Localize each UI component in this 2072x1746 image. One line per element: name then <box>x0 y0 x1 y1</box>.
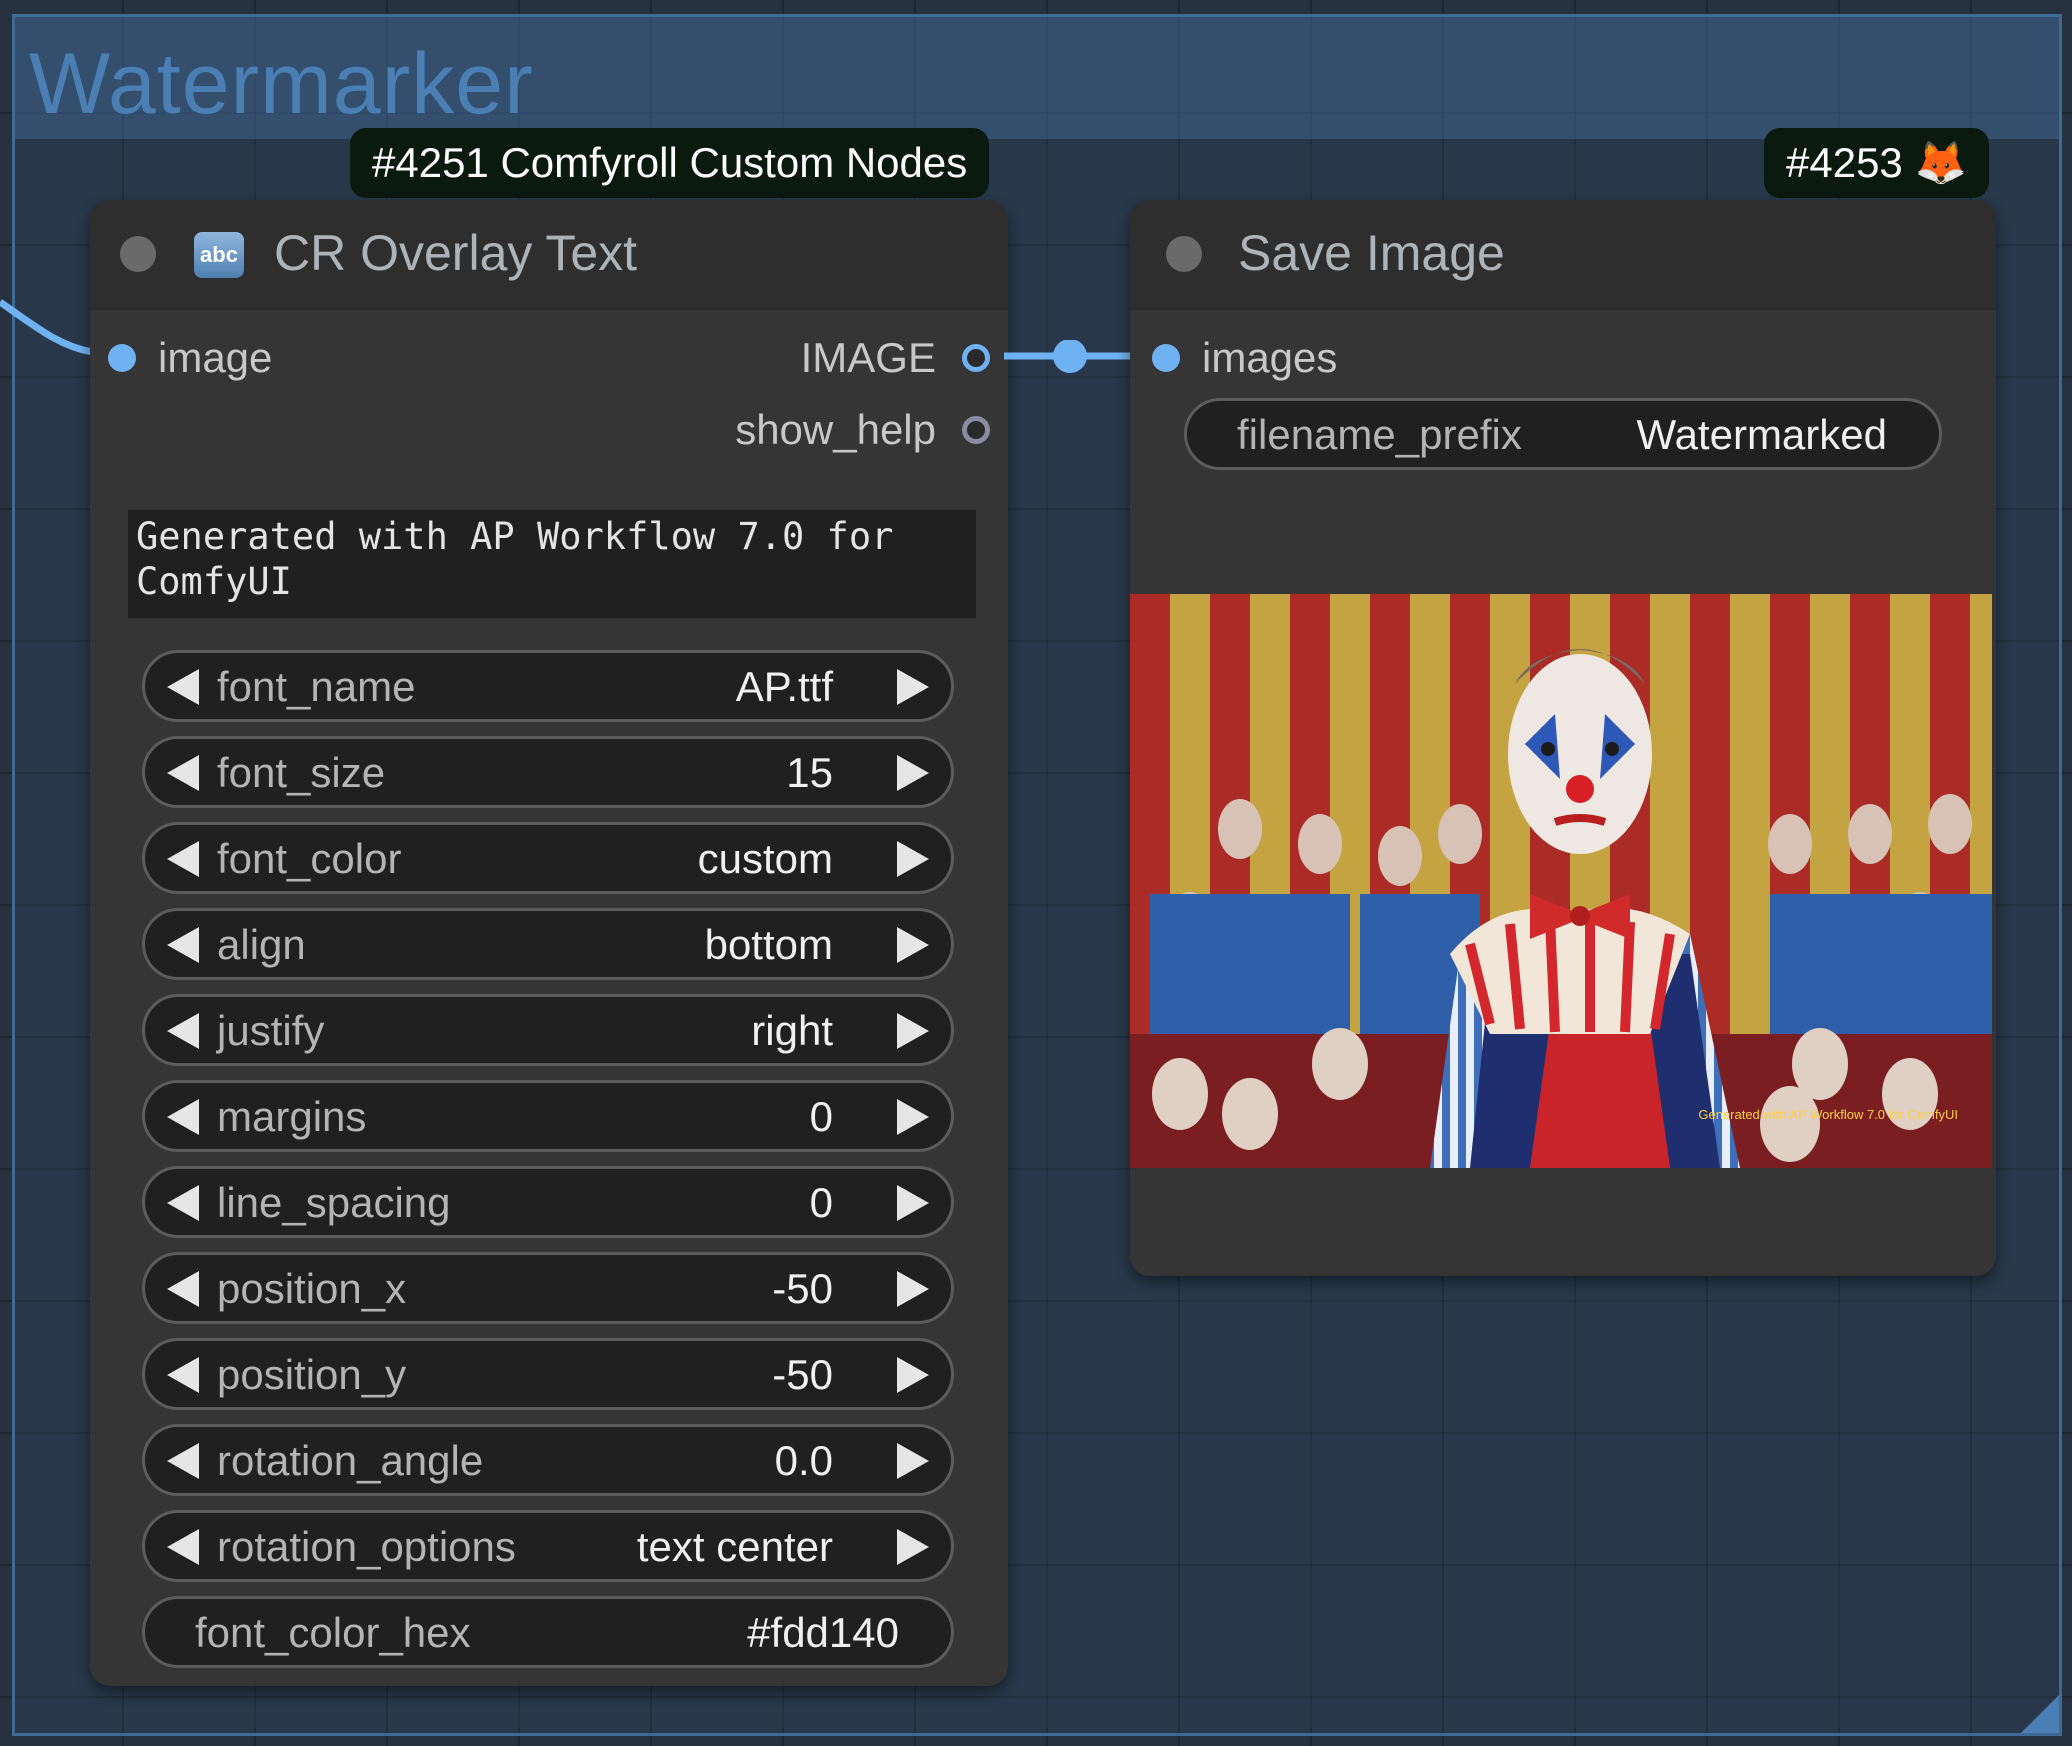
increment-arrow-icon[interactable] <box>897 1013 929 1049</box>
widget-value: -50 <box>772 1265 833 1312</box>
cr-overlay-text-node[interactable]: abc CR Overlay Text image IMAGE show_hel… <box>90 200 1008 1686</box>
widget-label: filename_prefix <box>1237 411 1522 458</box>
widget-label: rotation_options <box>217 1523 516 1570</box>
decrement-arrow-icon[interactable] <box>167 841 199 877</box>
decrement-arrow-icon[interactable] <box>167 1271 199 1307</box>
increment-arrow-icon[interactable] <box>897 1185 929 1221</box>
increment-arrow-icon[interactable] <box>897 927 929 963</box>
widget-justify[interactable]: justify right <box>142 994 954 1066</box>
widget-value: 15 <box>786 749 833 796</box>
decrement-arrow-icon[interactable] <box>167 1443 199 1479</box>
preview-image: Generated with AP Workflow 7.0 for Comfy… <box>1130 594 1992 1168</box>
input-slot-image-label: image <box>158 334 273 381</box>
widget-label: justify <box>217 1007 325 1054</box>
node-title: Save Image <box>1238 225 1505 281</box>
widget-label: font_color <box>217 835 402 882</box>
widget-label: font_size <box>217 749 386 796</box>
widget-rotation-angle[interactable]: rotation_angle 0.0 <box>142 1424 954 1496</box>
decrement-arrow-icon[interactable] <box>167 755 199 791</box>
widget-label: font_name <box>217 663 416 710</box>
increment-arrow-icon[interactable] <box>897 841 929 877</box>
widget-font-color-hex[interactable]: font_color_hex #fdd140 <box>142 1596 954 1668</box>
incoming-link <box>0 299 93 356</box>
widget-value: 0 <box>809 1179 833 1226</box>
widget-value: 0.0 <box>774 1437 833 1484</box>
widget-value: right <box>751 1007 833 1054</box>
decrement-arrow-icon[interactable] <box>167 1357 199 1393</box>
widget-filename-prefix[interactable]: filename_prefix Watermarked <box>1184 398 1942 470</box>
increment-arrow-icon[interactable] <box>897 1357 929 1393</box>
widget-font-color[interactable]: font_color custom <box>142 822 954 894</box>
group-title: Watermarker <box>29 36 534 132</box>
decrement-arrow-icon[interactable] <box>167 927 199 963</box>
widget-margins[interactable]: margins 0 <box>142 1080 954 1152</box>
decrement-arrow-icon[interactable] <box>167 1099 199 1135</box>
increment-arrow-icon[interactable] <box>897 1271 929 1307</box>
overlay-text-input[interactable]: Generated with AP Workflow 7.0 for Comfy… <box>128 510 976 618</box>
image-link <box>1004 340 1142 373</box>
widget-value: 0 <box>809 1093 833 1140</box>
increment-arrow-icon[interactable] <box>897 755 929 791</box>
decrement-arrow-icon[interactable] <box>167 1529 199 1565</box>
widget-value: custom <box>697 835 833 882</box>
widget-label: font_color_hex <box>195 1609 471 1656</box>
input-slot-image-dot[interactable] <box>108 344 136 372</box>
widget-font-size[interactable]: font_size 15 <box>142 736 954 808</box>
widget-align[interactable]: align bottom <box>142 908 954 980</box>
save-image-node[interactable]: Save Image images filename_prefix Waterm… <box>1130 200 1996 1276</box>
decrement-arrow-icon[interactable] <box>167 669 199 705</box>
node-badge-save: #4253 🦊 <box>1764 128 1989 198</box>
widget-value: #fdd140 <box>747 1609 899 1656</box>
group-header[interactable]: Watermarker <box>15 17 2059 139</box>
widget-label: margins <box>217 1093 367 1140</box>
widget-position-x[interactable]: position_x -50 <box>142 1252 954 1324</box>
widget-value: bottom <box>704 921 833 968</box>
increment-arrow-icon[interactable] <box>897 669 929 705</box>
widget-value: text center <box>636 1523 833 1570</box>
output-slot-image-label: IMAGE <box>800 334 936 381</box>
increment-arrow-icon[interactable] <box>897 1099 929 1135</box>
widget-label: position_y <box>217 1351 407 1398</box>
widget-value: AP.ttf <box>735 663 833 710</box>
node-title-bar[interactable]: Save Image <box>1130 200 1996 310</box>
node-badge-overlay: #4251 Comfyroll Custom Nodes <box>350 128 990 198</box>
widget-font-name[interactable]: font_name AP.ttf <box>142 650 954 722</box>
input-slot-images-label: images <box>1202 334 1338 381</box>
output-slot-show-help-label: show_help <box>735 406 936 453</box>
abc-icon: abc <box>194 232 244 278</box>
widget-label: line_spacing <box>217 1179 451 1226</box>
widget-label: align <box>217 921 306 968</box>
output-slot-image-dot[interactable] <box>962 344 990 372</box>
increment-arrow-icon[interactable] <box>897 1529 929 1565</box>
increment-arrow-icon[interactable] <box>897 1443 929 1479</box>
input-slot-images-dot[interactable] <box>1152 344 1180 372</box>
decrement-arrow-icon[interactable] <box>167 1185 199 1221</box>
widget-label: position_x <box>217 1265 407 1312</box>
widget-label: rotation_angle <box>217 1437 484 1484</box>
widget-value: -50 <box>772 1351 833 1398</box>
widget-position-y[interactable]: position_y -50 <box>142 1338 954 1410</box>
widget-value: Watermarked <box>1636 411 1887 458</box>
node-title: CR Overlay Text <box>274 225 638 281</box>
node-title-bar[interactable]: abc CR Overlay Text <box>90 200 1008 310</box>
collapse-dot-icon[interactable] <box>1166 236 1202 272</box>
output-slot-show-help-dot[interactable] <box>962 416 990 444</box>
image-preview[interactable]: Generated with AP Workflow 7.0 for Comfy… <box>1130 594 1992 1168</box>
collapse-dot-icon[interactable] <box>120 236 156 272</box>
widget-line-spacing[interactable]: line_spacing 0 <box>142 1166 954 1238</box>
preview-watermark-text: Generated with AP Workflow 7.0 for Comfy… <box>1698 1107 1958 1122</box>
widget-rotation-options[interactable]: rotation_options text center <box>142 1510 954 1582</box>
decrement-arrow-icon[interactable] <box>167 1013 199 1049</box>
group-resize-handle[interactable] <box>2021 1695 2059 1733</box>
